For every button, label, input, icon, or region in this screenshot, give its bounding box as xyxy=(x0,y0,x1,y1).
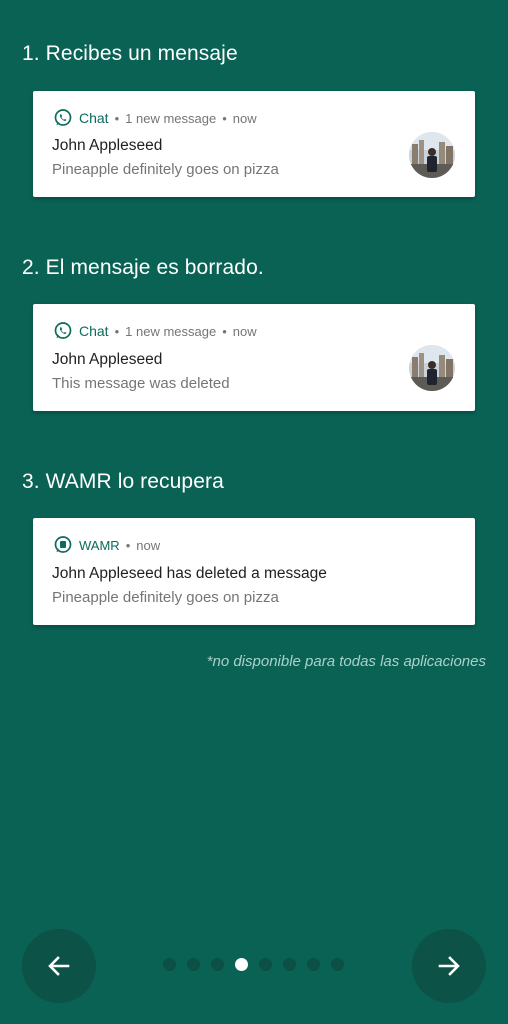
back-button[interactable] xyxy=(22,929,96,1003)
app-name: WAMR xyxy=(79,537,120,553)
notification-card-1: Chat • 1 new message • now John Applesee… xyxy=(33,91,475,197)
arrow-left-icon xyxy=(48,956,70,976)
step-1-title: 1. Recibes un mensaje xyxy=(22,42,238,65)
contact-avatar xyxy=(409,132,455,178)
next-button[interactable] xyxy=(412,929,486,1003)
notification-card-2: Chat • 1 new message • now John Applesee… xyxy=(33,304,475,411)
notification-meta: 1 new message xyxy=(125,323,217,339)
page-dot xyxy=(211,958,224,971)
page-dot xyxy=(163,958,176,971)
page-dot xyxy=(187,958,200,971)
arrow-right-icon xyxy=(438,956,460,976)
notification-meta: 1 new message xyxy=(125,110,217,126)
page-dot xyxy=(331,958,344,971)
notification-header: Chat • 1 new message • now xyxy=(53,108,257,128)
page-indicator xyxy=(163,958,344,971)
notification-header: WAMR • now xyxy=(53,535,160,555)
whatsapp-icon xyxy=(54,109,72,126)
onboarding-screen: 1. Recibes un mensaje Chat • 1 new messa… xyxy=(0,0,508,1024)
app-name: Chat xyxy=(79,323,109,339)
notification-title: John Appleseed xyxy=(52,351,163,368)
page-dot xyxy=(307,958,320,971)
availability-note: *no disponible para todas las aplicacion… xyxy=(206,653,486,670)
contact-avatar xyxy=(409,345,455,391)
wamr-icon xyxy=(54,536,72,553)
step-3-title: 3. WAMR lo recupera xyxy=(22,470,224,493)
notification-text: Pineapple definitely goes on pizza xyxy=(52,161,279,178)
notification-title: John Appleseed has deleted a message xyxy=(52,565,327,582)
whatsapp-icon xyxy=(54,322,72,339)
notification-time: now xyxy=(232,110,257,126)
notification-card-3: WAMR • now John Appleseed has deleted a … xyxy=(33,518,475,625)
page-dot-active xyxy=(235,958,248,971)
notification-text: This message was deleted xyxy=(52,375,230,392)
notification-time: now xyxy=(232,323,257,339)
notification-text: Pineapple definitely goes on pizza xyxy=(52,589,279,606)
page-dot xyxy=(283,958,296,971)
notification-time: now xyxy=(136,537,161,553)
app-name: Chat xyxy=(79,110,109,126)
notification-header: Chat • 1 new message • now xyxy=(53,321,257,341)
notification-title: John Appleseed xyxy=(52,137,163,154)
page-dot xyxy=(259,958,272,971)
step-2-title: 2. El mensaje es borrado. xyxy=(22,256,264,279)
